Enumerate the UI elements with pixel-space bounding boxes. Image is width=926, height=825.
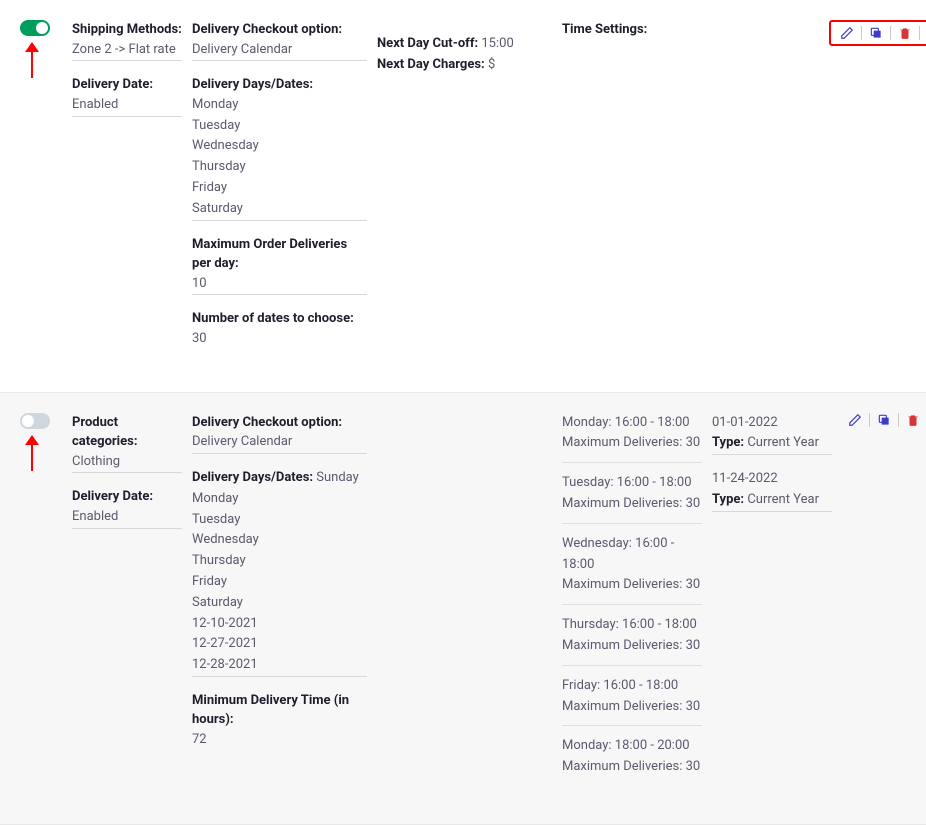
delivery-date-value: Enabled bbox=[72, 95, 182, 116]
col-nextday: Next Day Cut-off: 15:00 Next Day Charges… bbox=[377, 20, 562, 364]
settings-row: Shipping Methods: Zone 2 -> Flat rate De… bbox=[0, 0, 926, 393]
delivery-day: 12-28-2021 bbox=[192, 655, 367, 676]
col-empty bbox=[377, 413, 562, 796]
action-divider bbox=[898, 413, 899, 427]
timeslot-line: Thursday: 16:00 - 18:00 bbox=[562, 615, 702, 636]
delivery-day: Thursday bbox=[192, 157, 367, 178]
holiday-type-value: Current Year bbox=[747, 492, 819, 507]
timeslot-line: Monday: 16:00 - 18:00 bbox=[562, 413, 702, 434]
delivery-day: 12-10-2021 bbox=[192, 614, 367, 635]
delivery-day: Friday bbox=[192, 178, 367, 199]
max-deliveries-value: 10 bbox=[192, 274, 367, 295]
delivery-day: Tuesday bbox=[192, 116, 367, 137]
toggle-cell bbox=[20, 20, 72, 364]
delivery-date-label: Delivery Date: bbox=[72, 75, 182, 95]
col-dates: 01-01-2022 Type: Current Year 11-24-2022… bbox=[712, 413, 842, 796]
holiday-type-label: Type: bbox=[712, 492, 744, 507]
col-timeslots: Monday: 16:00 - 18:00Maximum Deliveries:… bbox=[562, 413, 712, 796]
product-categories-label: Product categories: bbox=[72, 413, 182, 452]
timeslot-line: Wednesday: 16:00 - 18:00 bbox=[562, 534, 702, 576]
delivery-day: Wednesday bbox=[192, 530, 367, 551]
action-divider bbox=[890, 26, 891, 40]
holiday-date: 11-24-2022 bbox=[712, 469, 832, 490]
action-divider bbox=[869, 413, 870, 427]
action-divider bbox=[919, 26, 920, 40]
delivery-days-label: Delivery Days/Dates: bbox=[192, 75, 367, 95]
toggle-cell bbox=[20, 413, 72, 796]
checkout-option-label: Delivery Checkout option: bbox=[192, 413, 367, 433]
delivery-day: Tuesday bbox=[192, 510, 367, 531]
checkout-option-label: Delivery Checkout option: bbox=[192, 20, 367, 40]
edit-button[interactable] bbox=[845, 413, 865, 427]
timeslot-max: Maximum Deliveries: 30 bbox=[562, 636, 702, 657]
max-deliveries-label: Maximum Order Deliveries per day: bbox=[192, 235, 367, 274]
delivery-day: Thursday bbox=[192, 551, 367, 572]
timeslot-max: Maximum Deliveries: 30 bbox=[562, 494, 702, 515]
action-divider bbox=[861, 26, 862, 40]
col-product: Product categories: Clothing Delivery Da… bbox=[72, 413, 192, 796]
min-delivery-time-value: 72 bbox=[192, 730, 367, 751]
delivery-date-value: Enabled bbox=[72, 507, 182, 528]
product-categories-value: Clothing bbox=[72, 452, 182, 473]
delete-button[interactable] bbox=[895, 26, 915, 40]
col-checkout: Delivery Checkout option: Delivery Calen… bbox=[192, 20, 377, 364]
col-actions bbox=[842, 20, 926, 364]
delivery-day: 12-27-2021 bbox=[192, 634, 367, 655]
trash-icon bbox=[898, 26, 912, 40]
annotation-arrow-shaft bbox=[31, 441, 33, 471]
holiday-type-label: Type: bbox=[712, 435, 744, 450]
col-shipping: Shipping Methods: Zone 2 -> Flat rate De… bbox=[72, 20, 192, 364]
col-actions bbox=[842, 413, 926, 796]
delivery-date-label: Delivery Date: bbox=[72, 487, 182, 507]
delivery-day: Saturday bbox=[192, 593, 367, 614]
delivery-day: Friday bbox=[192, 572, 367, 593]
col-dates bbox=[712, 20, 842, 364]
nextday-cutoff-label: Next Day Cut-off: bbox=[377, 36, 478, 51]
min-delivery-time-label: Minimum Delivery Time (in hours): bbox=[192, 691, 367, 730]
timeslot-line: Monday: 18:00 - 20:00 bbox=[562, 736, 702, 757]
checkout-option-value: Delivery Calendar bbox=[192, 40, 367, 61]
enable-toggle[interactable] bbox=[20, 413, 50, 429]
pencil-icon bbox=[848, 413, 862, 427]
holiday-type-value: Current Year bbox=[747, 435, 819, 450]
checkout-option-value: Delivery Calendar bbox=[192, 432, 367, 453]
timeslot-max: Maximum Deliveries: 30 bbox=[562, 757, 702, 778]
annotation-arrow-shaft bbox=[31, 48, 33, 78]
edit-button[interactable] bbox=[837, 26, 857, 40]
copy-button[interactable] bbox=[866, 26, 886, 40]
col-checkout: Delivery Checkout option: Delivery Calen… bbox=[192, 413, 377, 796]
nextday-cutoff-value: 15:00 bbox=[481, 36, 513, 51]
delivery-day: Saturday bbox=[192, 199, 367, 220]
num-dates-label: Number of dates to choose: bbox=[192, 309, 367, 329]
holiday-date: 01-01-2022 bbox=[712, 413, 832, 434]
timeslot-max: Maximum Deliveries: 30 bbox=[562, 575, 702, 596]
delivery-days-label: Delivery Days/Dates: bbox=[192, 470, 313, 485]
shipping-methods-label: Shipping Methods: bbox=[72, 20, 182, 40]
timeslot-max: Maximum Deliveries: 30 bbox=[562, 433, 702, 454]
delivery-day: Wednesday bbox=[192, 136, 367, 157]
nextday-charges-label: Next Day Charges: bbox=[377, 57, 485, 72]
copy-icon bbox=[869, 26, 883, 40]
pencil-icon bbox=[840, 26, 854, 40]
delete-button[interactable] bbox=[903, 413, 923, 427]
timeslot-line: Tuesday: 16:00 - 18:00 bbox=[562, 473, 702, 494]
shipping-methods-value: Zone 2 -> Flat rate bbox=[72, 40, 182, 61]
timeslot-line: Friday: 16:00 - 18:00 bbox=[562, 676, 702, 697]
delivery-day: Monday bbox=[192, 95, 367, 116]
time-settings-label: Time Settings: bbox=[562, 20, 702, 40]
col-time-settings: Time Settings: bbox=[562, 20, 712, 364]
delivery-day-inline: Sunday bbox=[316, 470, 359, 485]
copy-button[interactable] bbox=[874, 413, 894, 427]
timeslot-max: Maximum Deliveries: 30 bbox=[562, 697, 702, 718]
trash-icon bbox=[906, 413, 920, 427]
num-dates-value: 30 bbox=[192, 329, 367, 350]
nextday-charges-value: $ bbox=[488, 57, 495, 72]
settings-row: Product categories: Clothing Delivery Da… bbox=[0, 393, 926, 825]
copy-icon bbox=[877, 413, 891, 427]
delivery-day: Monday bbox=[192, 489, 367, 510]
actions-highlight-box bbox=[829, 20, 926, 46]
enable-toggle[interactable] bbox=[20, 20, 50, 36]
